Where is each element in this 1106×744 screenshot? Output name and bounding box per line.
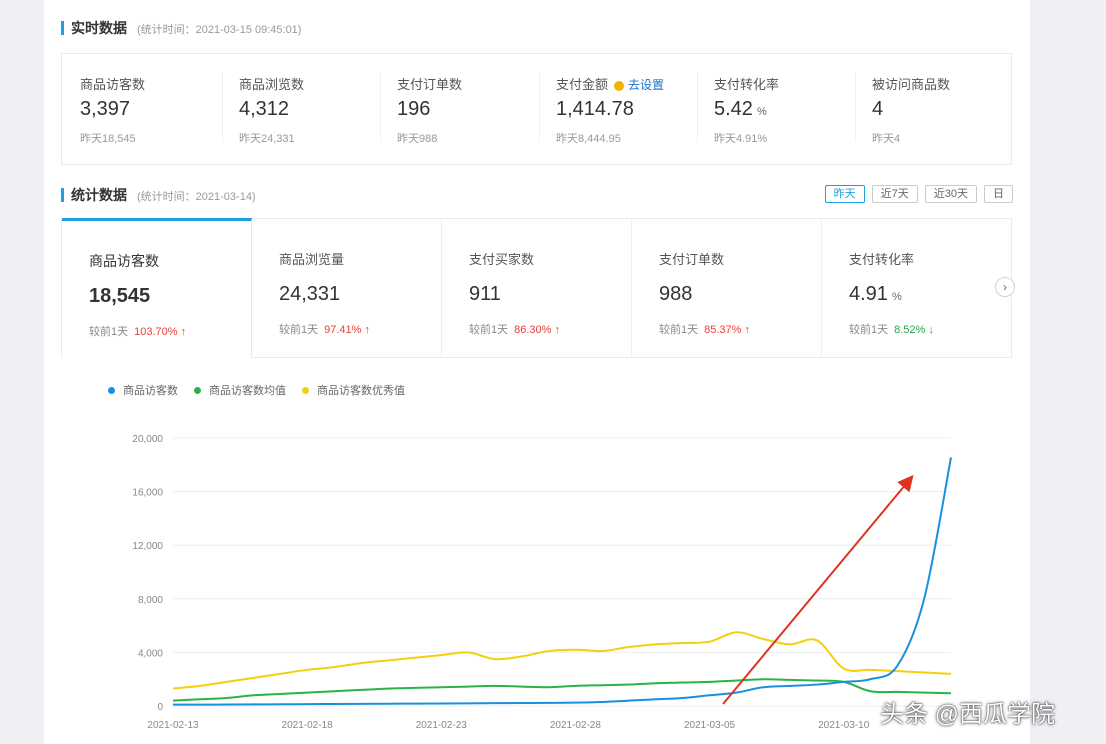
stats-timestamp: (统计时间：2021-03-14) [137, 191, 256, 203]
arrow-up-icon: ↑ [364, 324, 371, 336]
metric-compare: 昨天4 [872, 133, 901, 145]
metric-value: 24,331 [279, 283, 341, 305]
change-up: 85.37% ↑ [704, 324, 750, 336]
realtime-section-title: 实时数据 (统计时间：2021-03-15 09:45:01) [61, 18, 301, 38]
metric-compare: 昨天4.91% [714, 133, 768, 145]
arrow-up-icon: ↑ [744, 324, 751, 336]
chart-legend: 商品访客数 商品访客数均值 商品访客数优秀值 [108, 382, 405, 398]
stats-metrics-box: 商品访客数 18,545 较前1天 103.70% ↑ 商品浏览量 24,331 … [61, 218, 1012, 358]
metric-compare: 昨天24,331 [239, 133, 295, 145]
metric-compare: 昨天988 [397, 133, 438, 145]
realtime-timestamp: (统计时间：2021-03-15 09:45:01) [137, 24, 302, 36]
watermark: 头条 @西瓜学院 [880, 701, 1056, 728]
stats-tab-buyers[interactable]: 支付买家数 911 较前1天 86.30% ↑ [442, 218, 632, 358]
stats-tab-views[interactable]: 商品浏览量 24,331 较前1天 97.41% ↑ [252, 218, 442, 358]
change-up: 97.41% ↑ [324, 324, 370, 336]
metric-compare: 昨天8,444.95 [556, 133, 621, 145]
y-tick-label: 20,000 [132, 434, 163, 445]
change-up: 86.30% ↑ [514, 324, 560, 336]
range-7days-button[interactable]: 近7天 [871, 185, 918, 203]
legend-item[interactable]: 商品访客数优秀值 [302, 382, 405, 398]
legend-dot [108, 386, 115, 394]
legend-dot [194, 386, 201, 394]
stats-section-title: 统计数据 (统计时间：2021-03-14) [61, 185, 256, 205]
metric-compare: 较前1天 97.41% ↑ [279, 324, 370, 336]
metric-label: 支付订单数 [659, 252, 725, 267]
title-accent [61, 21, 64, 35]
stats-tab-conversion[interactable]: 支付转化率 4.91% 较前1天 8.52% ↓ [822, 218, 1012, 358]
metric-value: 4 [872, 98, 884, 120]
metric-value: 4.91% [849, 283, 902, 305]
divider [697, 72, 698, 142]
y-tick-label: 0 [157, 702, 163, 713]
range-30days-button[interactable]: 近30天 [924, 185, 977, 203]
visitors-line-chart: 0 4,000 8,000 12,000 16,000 20,000 2021-02-13 2… [132, 434, 952, 731]
y-tick-label: 16,000 [132, 488, 163, 499]
metric-compare: 较前1天 85.37% ↑ [659, 324, 750, 336]
metric-value: 3,397 [80, 98, 131, 120]
metric-value: 1,414.78 [556, 98, 634, 120]
series-line[interactable] [172, 457, 952, 706]
metric-compare: 较前1天 86.30% ↑ [469, 324, 560, 336]
stats-title: 统计数据 [71, 187, 127, 203]
metric-label: 支付订单数 [397, 77, 463, 92]
metric-label: 支付买家数 [469, 252, 535, 267]
metric-label: 商品浏览量 [279, 252, 345, 267]
x-tick-label: 2021-02-18 [282, 720, 334, 731]
legend-dot [302, 386, 309, 394]
metric-label: 商品访客数 [80, 77, 146, 92]
metric-compare: 昨天18,545 [80, 133, 136, 145]
unit: % [756, 106, 767, 118]
arrow-up-icon: ↑ [180, 326, 187, 338]
unit: % [891, 291, 902, 303]
metric-value: 196 [397, 98, 431, 120]
metric-value: 5.42% [714, 98, 767, 120]
realtime-title: 实时数据 [71, 20, 127, 36]
x-tick-label: 2021-02-28 [550, 720, 602, 731]
x-tick-label: 2021-03-10 [818, 720, 870, 731]
x-tick-label: 2021-02-23 [416, 720, 468, 731]
title-accent [61, 188, 64, 202]
legend-item[interactable]: 商品访客数均值 [194, 382, 286, 398]
metric-label: 支付转化率 [849, 252, 915, 267]
x-tick-label: 2021-03-05 [684, 720, 736, 731]
chevron-right-icon[interactable]: › [995, 277, 1015, 297]
metric-label: 支付转化率 [714, 77, 780, 92]
legend-item[interactable]: 商品访客数 [108, 382, 178, 398]
stats-tab-visitors[interactable]: 商品访客数 18,545 较前1天 103.70% ↑ [62, 218, 252, 358]
metric-label: 商品浏览数 [239, 77, 305, 92]
metric-label: 商品访客数 [89, 253, 159, 269]
range-day-button[interactable]: 日 [984, 185, 1013, 203]
realtime-metrics-box: 商品访客数 3,397 昨天18,545 商品浏览数 4,312 昨天24,33… [61, 53, 1012, 165]
metric-compare: 较前1天 103.70% ↑ [89, 326, 187, 338]
divider [539, 72, 540, 142]
x-tick-label: 2021-02-13 [147, 720, 199, 731]
change-up: 103.70% ↑ [134, 326, 187, 338]
y-tick-label: 4,000 [138, 648, 163, 659]
metric-label: 支付金额 去设置 [556, 77, 665, 92]
divider [855, 72, 856, 142]
range-yesterday-button[interactable]: 昨天 [824, 185, 865, 203]
coin-icon [614, 80, 625, 91]
y-tick-label: 12,000 [132, 541, 163, 552]
divider [380, 72, 381, 142]
y-tick-label: 8,000 [138, 595, 163, 606]
range-selector: 昨天 近7天 近30天 日 [824, 185, 1013, 203]
metric-compare: 较前1天 8.52% ↓ [849, 324, 934, 336]
change-down: 8.52% ↓ [894, 324, 934, 336]
arrow-up-icon: ↑ [554, 324, 561, 336]
metric-label: 被访问商品数 [872, 77, 951, 92]
divider [222, 72, 223, 142]
settings-link[interactable]: 去设置 [628, 78, 664, 92]
arrow-down-icon: ↓ [928, 324, 934, 336]
metric-value: 4,312 [239, 98, 290, 120]
metric-value: 911 [469, 283, 501, 305]
stats-tab-orders[interactable]: 支付订单数 988 较前1天 85.37% ↑ [632, 218, 822, 358]
metric-value: 18,545 [89, 285, 151, 307]
metric-value: 988 [659, 283, 693, 305]
